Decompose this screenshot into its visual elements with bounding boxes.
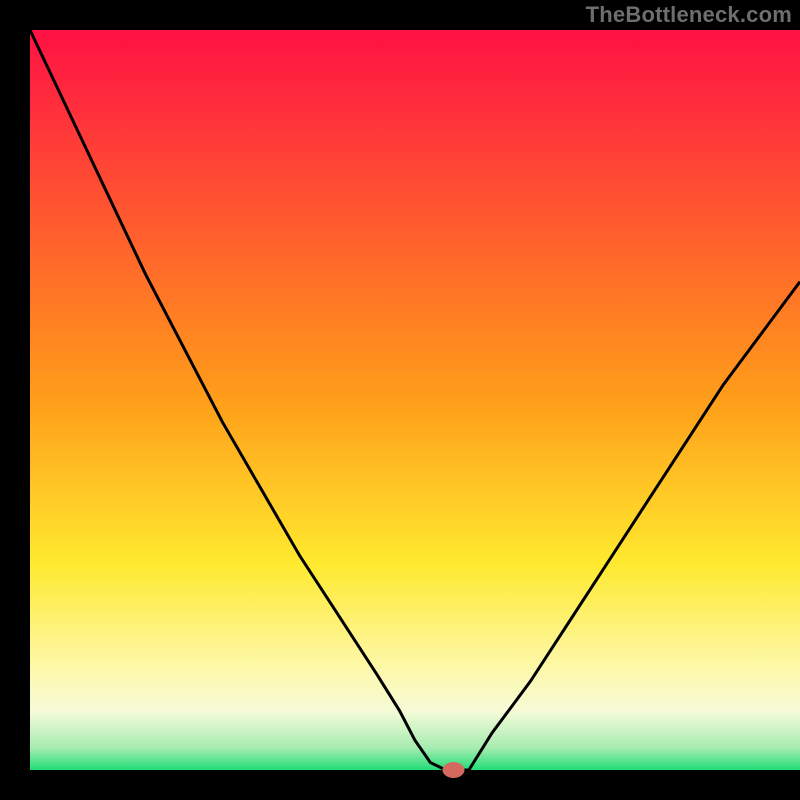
watermark-text: TheBottleneck.com [586, 2, 792, 28]
optimal-marker [443, 762, 465, 778]
gradient-background [30, 30, 800, 770]
bottleneck-chart [0, 0, 800, 800]
